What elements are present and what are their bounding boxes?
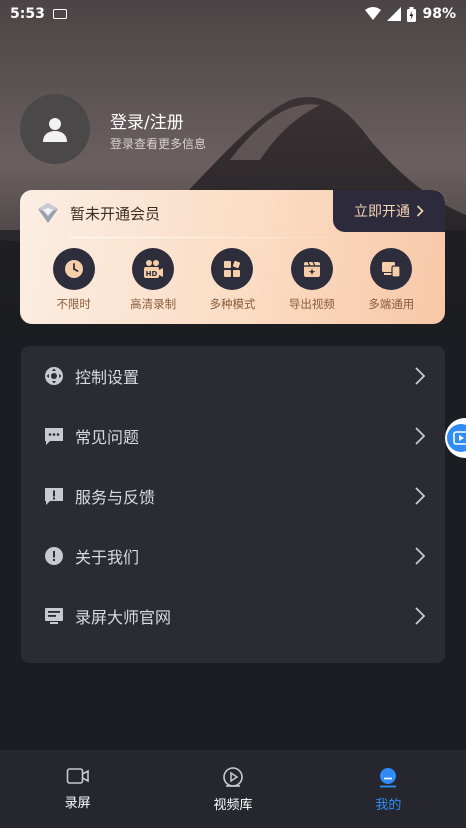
feature-export[interactable]: 导出视频 (277, 248, 347, 312)
menu-item-official-website[interactable]: 录屏大师官网 (21, 586, 445, 646)
vip-features: 不限时 HD 高清录制 多种模式 导出视频 多端通用 (20, 248, 445, 312)
feature-hd-record[interactable]: HD 高清录制 (118, 248, 188, 312)
activate-vip-label: 立即开通 (354, 204, 410, 220)
vip-card-header: 暂未开通会员 立即开通 (20, 190, 445, 236)
chevron-right-icon (415, 547, 426, 565)
chevron-right-icon (415, 427, 426, 445)
floating-play-icon (447, 424, 466, 452)
modes-icon (211, 248, 254, 290)
floating-record-button[interactable] (445, 418, 466, 458)
signal-icon (387, 7, 402, 21)
vip-diamond-icon (38, 203, 58, 223)
tab-label: 我的 (375, 798, 402, 813)
chevron-right-icon (415, 607, 426, 625)
feature-label: 高清录制 (130, 297, 177, 311)
bottom-tab-bar: 录屏 视频库 我的 (0, 750, 466, 828)
feature-label: 导出视频 (288, 297, 335, 311)
menu-item-faq[interactable]: 常见问题 (21, 406, 445, 466)
video-library-icon (223, 767, 243, 787)
menu-label: 关于我们 (75, 548, 140, 567)
status-bar: 5:53 98% (0, 0, 466, 28)
svg-text:HD: HD (146, 270, 158, 278)
feature-label: 多种模式 (209, 297, 256, 311)
control-settings-icon (43, 365, 65, 387)
avatar[interactable] (20, 94, 90, 164)
menu-label: 录屏大师官网 (75, 608, 172, 627)
user-icon (43, 118, 67, 142)
chevron-right-icon (415, 487, 426, 505)
menu-item-about-us[interactable]: 关于我们 (21, 526, 445, 586)
menu-label: 服务与反馈 (75, 488, 156, 507)
camera-notification-icon (52, 9, 67, 19)
feature-label: 不限时 (56, 297, 91, 311)
wifi-icon (365, 7, 382, 20)
menu-label: 控制设置 (75, 368, 140, 387)
chevron-right-icon (416, 205, 424, 217)
export-video-icon (290, 248, 333, 290)
tab-video-library[interactable]: 视频库 (155, 750, 310, 828)
vip-divider (70, 237, 370, 238)
feature-multi-device[interactable]: 多端通用 (356, 248, 426, 312)
tab-label: 录屏 (64, 796, 91, 811)
multi-device-icon (370, 248, 413, 290)
vip-status-label: 暂未开通会员 (70, 205, 161, 223)
settings-menu: 控制设置 常见问题 服务与反馈 关于我们 录屏大师官网 (21, 346, 445, 663)
chevron-right-icon (415, 367, 426, 385)
record-camera-icon (66, 768, 89, 784)
tab-mine[interactable]: 我的 (311, 750, 466, 828)
feedback-icon (43, 485, 65, 507)
clock-icon (52, 248, 95, 290)
login-register-link[interactable]: 登录/注册 (110, 108, 184, 133)
battery-icon (407, 6, 417, 22)
info-icon (43, 545, 65, 567)
faq-icon (43, 425, 65, 447)
hd-camera-icon: HD (132, 248, 175, 290)
battery-percent: 98% (422, 6, 456, 22)
vip-card: 暂未开通会员 立即开通 不限时 HD 高清录制 多种模式 导出视频 多端通用 (20, 190, 445, 324)
profile-icon (380, 768, 397, 788)
feature-label: 多端通用 (368, 297, 415, 311)
feature-unlimited[interactable]: 不限时 (39, 248, 109, 312)
status-time: 5:53 (10, 6, 45, 22)
menu-item-control-settings[interactable]: 控制设置 (21, 346, 445, 406)
activate-vip-button[interactable]: 立即开通 (333, 190, 445, 232)
website-icon (43, 605, 65, 627)
feature-modes[interactable]: 多种模式 (197, 248, 267, 312)
menu-item-feedback[interactable]: 服务与反馈 (21, 466, 445, 526)
tab-label: 视频库 (213, 798, 253, 813)
login-subtitle: 登录查看更多信息 (110, 137, 207, 151)
tab-record[interactable]: 录屏 (0, 750, 155, 828)
menu-label: 常见问题 (75, 428, 140, 447)
